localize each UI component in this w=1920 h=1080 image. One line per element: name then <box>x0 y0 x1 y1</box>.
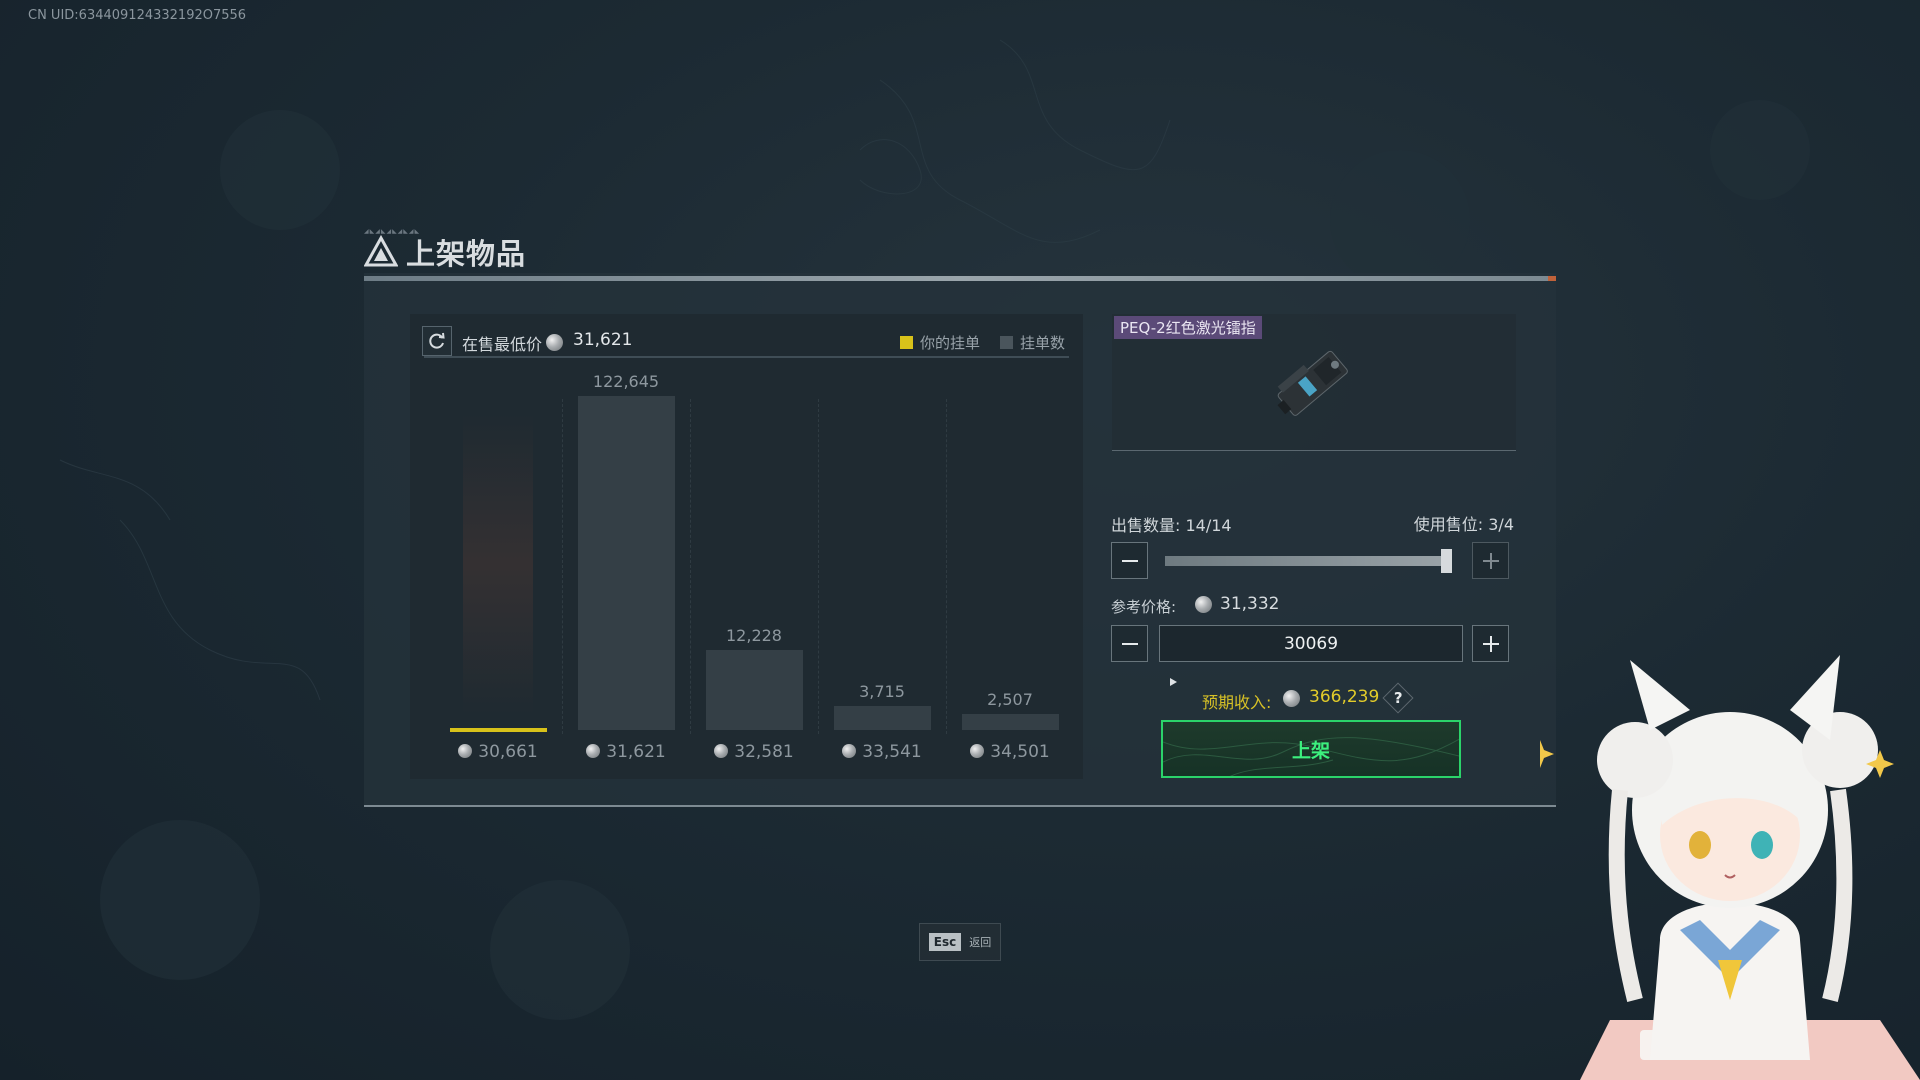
price-tick-text: 33,541 <box>862 742 922 762</box>
bar-value-label: 2,507 <box>987 689 1033 709</box>
coin-icon <box>842 744 857 758</box>
panel-top-bar <box>364 276 1556 281</box>
quantity-slider-handle[interactable] <box>1441 549 1452 573</box>
coin-icon <box>586 744 601 758</box>
price-tick-text: 32,581 <box>734 742 794 762</box>
list-item-button-label: 上架 <box>1291 739 1330 762</box>
list-item-button[interactable]: 上架 <box>1161 720 1461 778</box>
coin-icon <box>458 744 473 758</box>
page-title: 上架物品 <box>406 237 527 271</box>
price-tick-label: 31,621 <box>562 742 690 762</box>
title-logo-icon <box>364 235 398 267</box>
bar-value-label: 12,228 <box>726 626 782 646</box>
column-separator <box>562 399 563 734</box>
back-button[interactable]: Esc 返回 <box>919 923 1001 961</box>
item-name-tag: PEQ-2红色激光镭指 <box>1114 316 1262 339</box>
cursor-arrow-icon <box>1170 678 1177 686</box>
expected-income-value: 366,239 <box>1309 687 1380 707</box>
help-icon-glyph: ? <box>1393 688 1403 707</box>
quantity-slider-fill <box>1165 556 1452 566</box>
price-tick-label: 32,581 <box>690 742 818 762</box>
price-minus-button[interactable] <box>1111 625 1148 662</box>
minus-icon <box>1121 642 1138 645</box>
price-tick-text: 31,621 <box>606 742 666 762</box>
minus-icon <box>1121 559 1138 562</box>
column-separator <box>690 399 691 734</box>
quantity-slider[interactable] <box>1165 549 1452 573</box>
listing-count-bar <box>833 705 931 730</box>
plus-icon <box>1482 635 1499 652</box>
price-plus-button[interactable] <box>1472 625 1509 662</box>
column-separator <box>818 399 819 734</box>
back-label: 返回 <box>969 936 992 949</box>
price-tick-label: 30,661 <box>434 742 562 762</box>
reference-price-value: 31,332 <box>1220 594 1280 614</box>
slots-used-label: 使用售位: 3/4 <box>1413 515 1514 534</box>
streamer-avatar <box>1540 655 1920 1080</box>
price-tick-text: 30,661 <box>478 742 538 762</box>
price-distribution-chart: 在售最低价 31,621 你的挂单 挂单数 30,661 122,645 31,62… <box>410 314 1083 779</box>
reference-price-label: 参考价格: <box>1111 598 1177 616</box>
quantity-plus-button[interactable] <box>1472 542 1509 579</box>
plus-icon <box>1482 552 1499 569</box>
coin-icon <box>714 744 729 758</box>
price-input[interactable] <box>1159 625 1463 662</box>
uid-text: CN UID:634409124332192O7556 <box>28 8 247 23</box>
expected-income-label: 预期收入: <box>1202 693 1272 712</box>
price-tick-label: 34,501 <box>946 742 1074 762</box>
empty-bar-glow <box>463 414 533 714</box>
bar-value-label: 122,645 <box>592 372 660 391</box>
price-tick-label: 33,541 <box>818 742 946 762</box>
coin-icon <box>1283 690 1300 707</box>
your-listing-bar <box>449 728 547 732</box>
window-title: 上架物品 <box>364 232 526 272</box>
column-separator <box>946 399 947 734</box>
quantity-minus-button[interactable] <box>1111 542 1148 579</box>
coin-icon <box>970 744 985 758</box>
chart-bars: 30,661 122,645 31,621 12,228 32,581 3,715 33,5… <box>410 314 1083 779</box>
listing-count-bar <box>705 650 803 730</box>
quantity-label: 出售数量: 14/14 <box>1111 516 1232 535</box>
listing-count-bar <box>577 396 675 730</box>
bar-value-label: 3,715 <box>859 681 905 701</box>
listing-count-bar <box>961 713 1059 730</box>
laser-sight-item-icon <box>1277 350 1348 416</box>
coin-icon <box>1195 596 1212 613</box>
price-tick-text: 34,501 <box>990 742 1050 762</box>
esc-key-badge: Esc <box>928 933 962 951</box>
